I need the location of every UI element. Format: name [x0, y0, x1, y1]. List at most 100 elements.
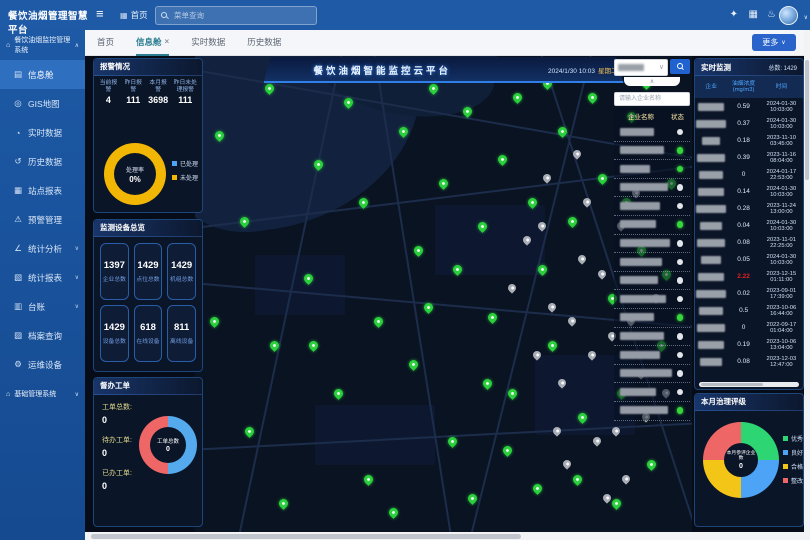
sidebar-section-base[interactable]: ⌂ 基础管理系统 ∨: [0, 379, 85, 409]
map-pin-offline[interactable]: [591, 435, 602, 446]
monitor-hscrollbar[interactable]: [699, 382, 799, 387]
map-pin-online[interactable]: [501, 444, 514, 457]
sidebar-item[interactable]: ▧统计报表∨: [0, 263, 85, 292]
monitor-row[interactable]: 0.022023-09-01 17:39:00: [695, 285, 803, 302]
sidebar-item[interactable]: ▤信息舱: [0, 60, 85, 89]
map-pin-offline[interactable]: [561, 459, 572, 470]
monitor-row[interactable]: 0.192023-10-06 13:04:00: [695, 336, 803, 353]
vertical-scrollbar-thumb[interactable]: [805, 60, 809, 180]
monitor-row[interactable]: 0.082023-12-03 12:47:00: [695, 353, 803, 370]
map-pin-offline[interactable]: [506, 282, 517, 293]
company-row[interactable]: [614, 253, 690, 272]
company-row[interactable]: [614, 346, 690, 365]
monitor-row[interactable]: 02024-01-17 22:53:00: [695, 166, 803, 183]
map-pin-online[interactable]: [387, 506, 400, 519]
company-row[interactable]: [614, 309, 690, 328]
company-select[interactable]: ∨: [614, 59, 668, 76]
sidebar-item[interactable]: ∠统计分析∨: [0, 234, 85, 263]
monitor-row[interactable]: 0.142024-01-30 10:03:00: [695, 183, 803, 200]
map-pin-online[interactable]: [372, 315, 385, 328]
sidebar-item[interactable]: ◎GIS地图: [0, 89, 85, 118]
monitor-row[interactable]: 0.182023-11-10 03:45:00: [695, 132, 803, 149]
sidebar-item[interactable]: ◔实时数据: [0, 118, 85, 147]
map-pin-offline[interactable]: [601, 492, 612, 503]
sidebar-item[interactable]: ↺历史数据: [0, 147, 85, 176]
map-pin-online[interactable]: [481, 377, 494, 390]
apps-icon[interactable]: ▦: [749, 8, 758, 22]
company-row[interactable]: [614, 160, 690, 179]
user-avatar[interactable]: [779, 6, 798, 25]
map-pin-online[interactable]: [496, 153, 509, 166]
vertical-scrollbar[interactable]: [804, 30, 810, 540]
map-canvas[interactable]: 餐饮油烟智能监控云平台 2024/1/30 10:03星期二 ∨ ∧ 企业名称状…: [195, 55, 692, 532]
tab-信息舱[interactable]: 信息舱×: [136, 29, 169, 56]
chevron-down-icon[interactable]: ∨: [804, 11, 808, 25]
map-pin-online[interactable]: [511, 91, 524, 104]
monitor-row[interactable]: 0.392023-11-16 08:04:00: [695, 149, 803, 166]
flame-icon[interactable]: ♨: [767, 8, 776, 22]
map-pin-online[interactable]: [437, 177, 450, 190]
map-pin-online[interactable]: [278, 497, 291, 510]
monitor-row[interactable]: 0.282023-11-24 13:00:00: [695, 200, 803, 217]
company-row[interactable]: [614, 402, 690, 421]
map-pin-offline[interactable]: [596, 268, 607, 279]
monitor-row[interactable]: 0.052024-01-30 10:03:00: [695, 251, 803, 268]
map-pin-online[interactable]: [586, 91, 599, 104]
map-pin-online[interactable]: [208, 315, 221, 328]
monitor-row[interactable]: 0.372024-01-30 10:03:00: [695, 115, 803, 132]
company-row[interactable]: [614, 123, 690, 142]
map-pin-online[interactable]: [412, 244, 425, 257]
more-button[interactable]: 更多∨: [752, 34, 796, 51]
map-pin-online[interactable]: [486, 311, 499, 324]
company-row[interactable]: [614, 290, 690, 309]
company-row[interactable]: [614, 365, 690, 384]
company-row[interactable]: [614, 235, 690, 254]
company-row[interactable]: [614, 179, 690, 198]
map-pin-online[interactable]: [546, 339, 559, 352]
monitor-row[interactable]: 2.222023-12-15 01:11:00: [695, 268, 803, 285]
company-row[interactable]: [614, 142, 690, 161]
monitor-row[interactable]: 0.042024-01-30 10:03:00: [695, 217, 803, 234]
monitor-row[interactable]: 02022-09-17 01:04:00: [695, 319, 803, 336]
map-pin-online[interactable]: [243, 425, 256, 438]
map-pin-online[interactable]: [407, 358, 420, 371]
sidebar-item[interactable]: ▨档案查询: [0, 321, 85, 350]
tab-实时数据[interactable]: 实时数据: [191, 29, 225, 56]
map-pin-online[interactable]: [362, 473, 375, 486]
map-pin-online[interactable]: [531, 482, 544, 495]
collapse-bar[interactable]: ∧: [624, 77, 680, 86]
company-row[interactable]: [614, 197, 690, 216]
map-pin-online[interactable]: [566, 215, 579, 228]
close-icon[interactable]: ×: [165, 37, 170, 46]
map-pin-online[interactable]: [307, 339, 320, 352]
menu-search-input[interactable]: [172, 10, 311, 21]
monitor-row[interactable]: 0.52023-10-06 16:44:00: [695, 302, 803, 319]
map-pin-online[interactable]: [645, 459, 658, 472]
company-row[interactable]: [614, 328, 690, 347]
company-row[interactable]: [614, 272, 690, 291]
map-pin-online[interactable]: [596, 172, 609, 185]
sidebar-item[interactable]: ▦站点报表: [0, 176, 85, 205]
map-pin-offline[interactable]: [621, 473, 632, 484]
tab-首页[interactable]: 首页: [97, 29, 114, 56]
hamburger-menu-icon[interactable]: ≡: [96, 6, 104, 21]
tab-历史数据[interactable]: 历史数据: [247, 29, 281, 56]
home-nav[interactable]: ▦首页: [120, 9, 148, 21]
map-pin-offline[interactable]: [576, 254, 587, 265]
monitor-row[interactable]: 0.592024-01-30 10:03:00: [695, 98, 803, 115]
sidebar-item[interactable]: ⚙运维设备: [0, 350, 85, 379]
shield-icon[interactable]: ✦: [730, 8, 738, 22]
monitor-row[interactable]: 0.082023-11-01 22:25:00: [695, 234, 803, 251]
company-search-input[interactable]: [614, 92, 690, 106]
horizontal-scrollbar-thumb[interactable]: [91, 534, 521, 539]
map-pin-offline[interactable]: [546, 301, 557, 312]
horizontal-scrollbar[interactable]: [85, 532, 804, 540]
map-pin-online[interactable]: [332, 387, 345, 400]
sidebar-item[interactable]: ▥台账∨: [0, 292, 85, 321]
map-pin-online[interactable]: [571, 473, 584, 486]
company-search-button[interactable]: [670, 59, 690, 74]
map-pin-online[interactable]: [611, 497, 624, 510]
company-row[interactable]: [614, 216, 690, 235]
company-row[interactable]: [614, 383, 690, 402]
sidebar-item[interactable]: ⚠预警管理: [0, 205, 85, 234]
